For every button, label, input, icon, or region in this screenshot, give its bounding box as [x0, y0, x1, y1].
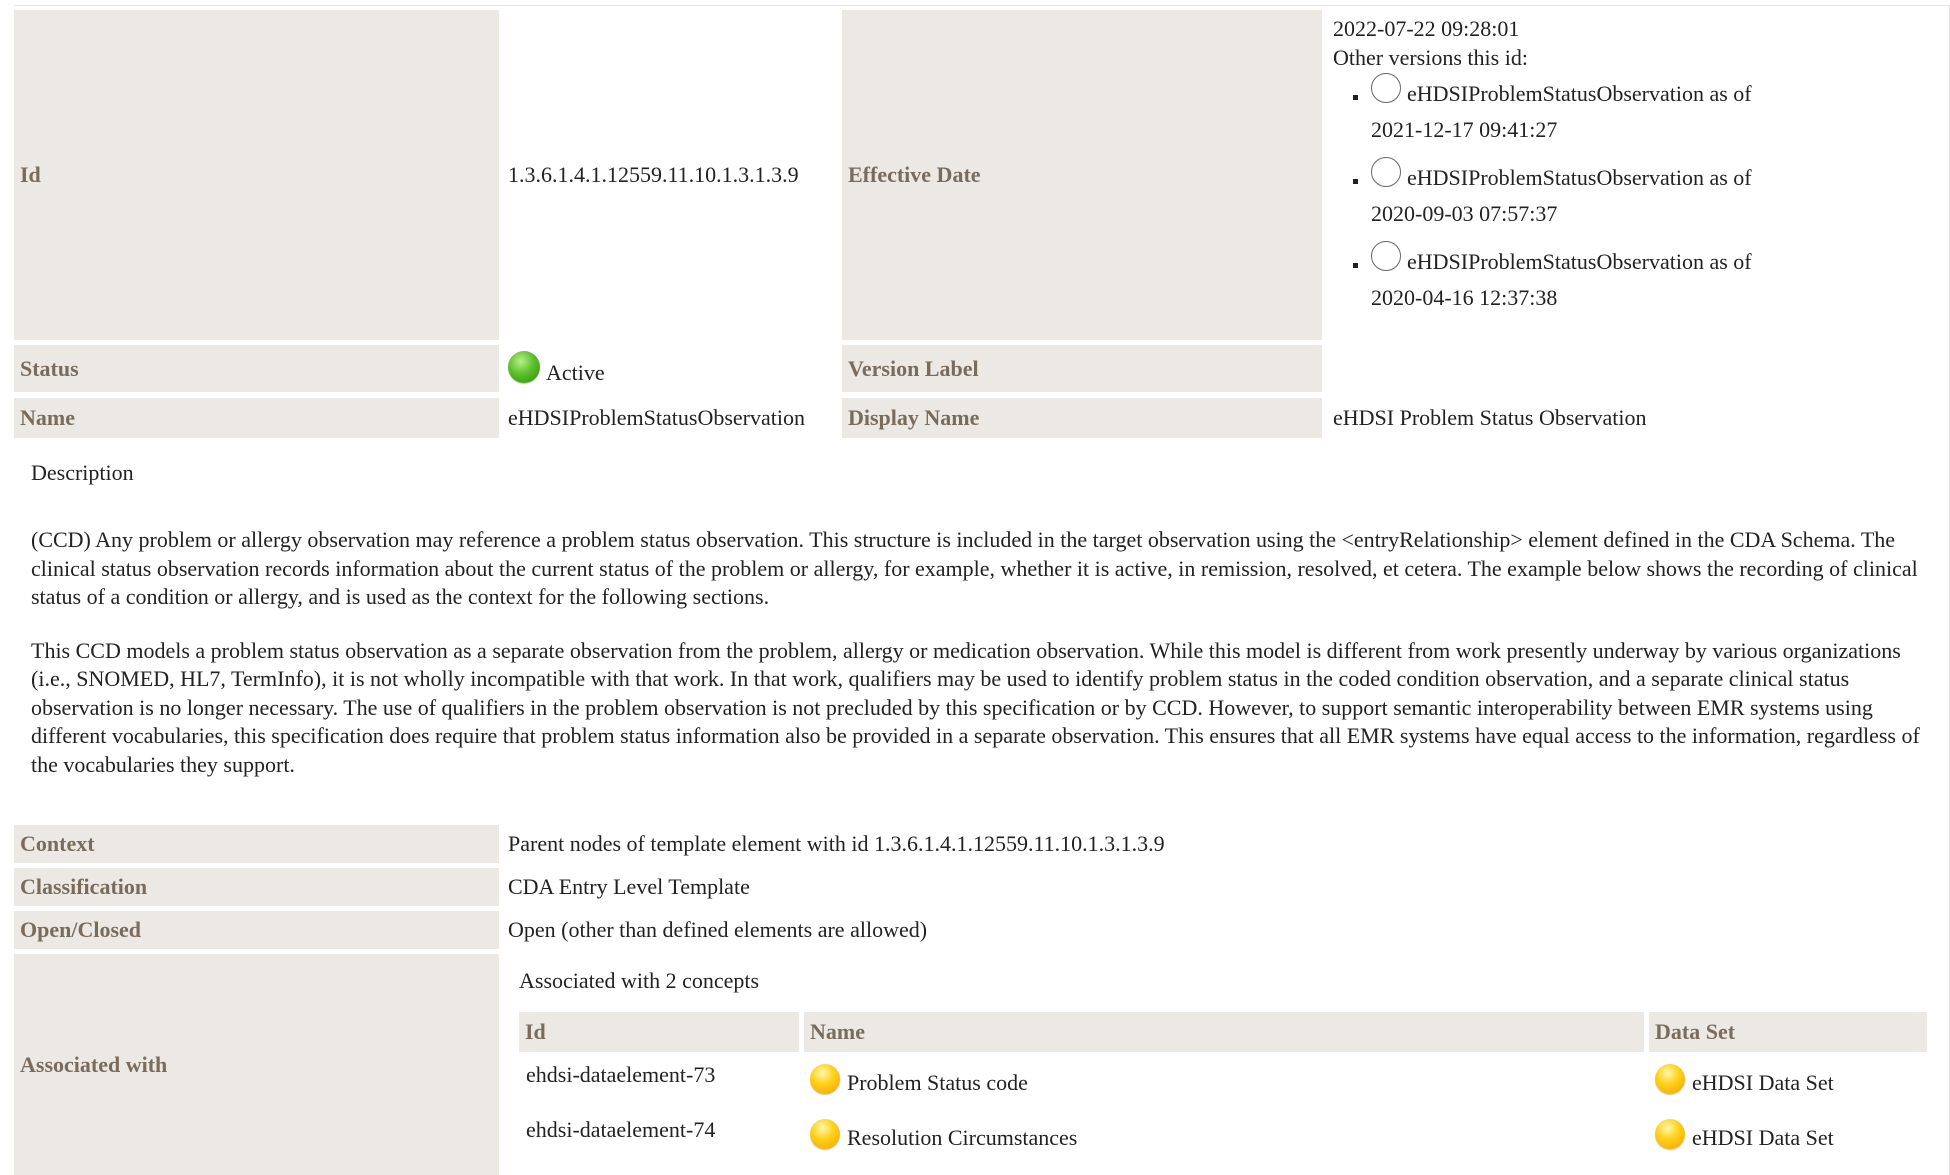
concept-name-cell: Resolution Circumstances [810, 1118, 1640, 1155]
dataset-status-icon [1655, 1063, 1685, 1094]
other-versions-list: eHDSIProblemStatusObservation as of 2021… [1333, 72, 1893, 316]
name-label: Name [14, 398, 499, 438]
other-version-item: eHDSIProblemStatusObservation as of 2021… [1333, 72, 1893, 148]
classification-label: Classification [14, 868, 499, 906]
associated-with-label: Associated with [14, 954, 499, 1175]
other-version-name: eHDSIProblemStatusObservation as of [1407, 81, 1752, 106]
description-paragraph: (CCD) Any problem or allergy observation… [31, 527, 1918, 609]
classification-value: CDA Entry Level Template [508, 874, 750, 899]
associated-summary: Associated with 2 concepts [519, 968, 760, 993]
status-value: Active [508, 345, 838, 392]
status-label: Status [14, 345, 499, 392]
effective-date-label: Effective Date [842, 10, 1322, 340]
concepts-col-name: Name [804, 1012, 1644, 1052]
version-label-label: Version Label [842, 345, 1322, 392]
version-radio-icon[interactable] [1371, 72, 1401, 103]
name-value: eHDSIProblemStatusObservation [508, 405, 805, 430]
display-name-value: eHDSI Problem Status Observation [1333, 405, 1647, 430]
concept-id[interactable]: ehdsi-dataelement-74 [526, 1115, 796, 1145]
id-value: 1.3.6.1.4.1.12559.11.10.1.3.1.3.9 [508, 162, 799, 187]
concept-name-cell: Problem Status code [810, 1063, 1640, 1100]
concept-status-icon [810, 1063, 840, 1094]
open-closed-label: Open/Closed [14, 911, 499, 949]
description-heading: Description [31, 460, 134, 485]
other-version-date: 2021-12-17 09:41:27 [1371, 117, 1558, 142]
status-text: Active [546, 359, 605, 385]
other-version-date: 2020-04-16 12:37:38 [1371, 285, 1558, 310]
template-detail-page: Id 1.3.6.1.4.1.12559.11.10.1.3.1.3.9 Eff… [0, 0, 1950, 1175]
concept-dataset[interactable]: eHDSI Data Set [1692, 1125, 1834, 1150]
version-radio-icon[interactable] [1371, 240, 1401, 271]
concept-name[interactable]: Problem Status code [847, 1070, 1028, 1095]
display-name-label: Display Name [842, 398, 1322, 438]
description-body: (CCD) Any problem or allergy observation… [31, 526, 1926, 779]
version-label-value [1333, 345, 1893, 392]
effective-date-value: 2022-07-22 09:28:01 [1333, 16, 1520, 41]
concept-id[interactable]: ehdsi-dataelement-73 [526, 1060, 796, 1090]
concept-dataset-cell: eHDSI Data Set [1655, 1118, 1925, 1155]
open-closed-value: Open (other than defined elements are al… [508, 917, 928, 942]
concept-dataset-cell: eHDSI Data Set [1655, 1063, 1925, 1100]
other-version-item: eHDSIProblemStatusObservation as of 2020… [1333, 240, 1893, 316]
concept-dataset[interactable]: eHDSI Data Set [1692, 1070, 1834, 1095]
id-label: Id [14, 10, 499, 340]
other-versions-label: Other versions this id: [1333, 45, 1528, 70]
effective-date-cell: 2022-07-22 09:28:01 Other versions this … [1333, 14, 1893, 339]
concept-name[interactable]: Resolution Circumstances [847, 1125, 1077, 1150]
other-version-date: 2020-09-03 07:57:37 [1371, 201, 1558, 226]
other-version-name: eHDSIProblemStatusObservation as of [1407, 165, 1752, 190]
context-value: Parent nodes of template element with id… [508, 831, 1165, 856]
concepts-col-id: Id [519, 1012, 799, 1052]
concepts-col-dataset: Data Set [1649, 1012, 1927, 1052]
dataset-status-icon [1655, 1118, 1685, 1149]
version-radio-icon[interactable] [1371, 156, 1401, 187]
frame-border-top [14, 5, 1950, 6]
other-version-item: eHDSIProblemStatusObservation as of 2020… [1333, 156, 1893, 232]
status-active-icon [508, 350, 540, 383]
concept-status-icon [810, 1118, 840, 1149]
description-paragraph: This CCD models a problem status observa… [31, 637, 1920, 777]
other-version-name: eHDSIProblemStatusObservation as of [1407, 249, 1752, 274]
context-label: Context [14, 825, 499, 863]
